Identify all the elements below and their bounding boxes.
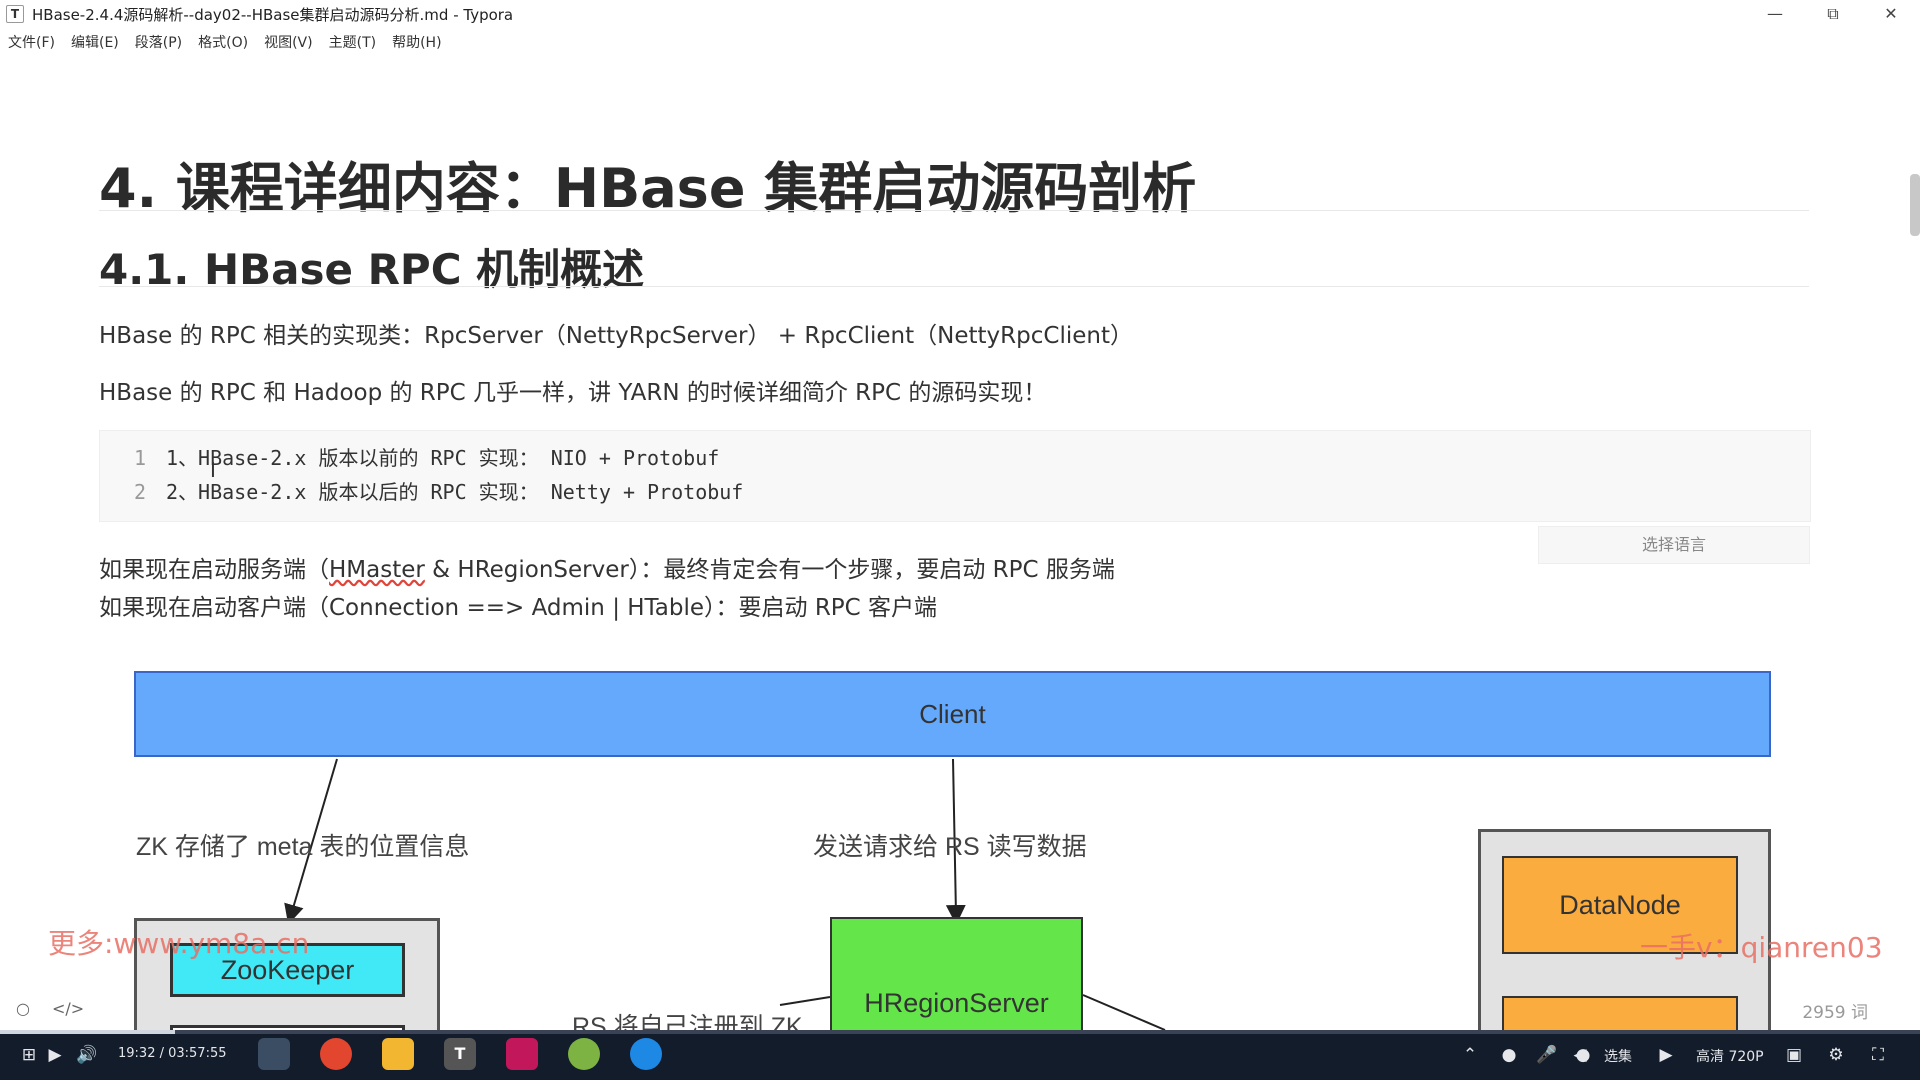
taskbar-app-icon[interactable]: [568, 1038, 600, 1070]
menu-edit[interactable]: 编辑(E): [63, 32, 127, 54]
menu-file[interactable]: 文件(F): [0, 32, 63, 54]
window-title: HBase-2.4.4源码解析--day02--HBase集群启动源码分析.md…: [32, 5, 514, 24]
text-cursor-icon: I: [210, 458, 216, 482]
outline-toggle-icon[interactable]: ○: [14, 1000, 32, 1018]
screenshot-icon[interactable]: ▣: [1782, 1040, 1806, 1070]
windows-start-icon[interactable]: ⊞: [16, 1040, 42, 1070]
paragraph-text: & HRegionServer）：最终肯定会有一个步骤，要启动 RPC 服务端: [424, 557, 1115, 583]
connector-rs-to-zk: [779, 996, 831, 1006]
volume-icon[interactable]: 🔊: [72, 1040, 102, 1070]
typora-taskbar-icon[interactable]: T: [444, 1038, 476, 1070]
paragraph-server-start: 如果现在启动服务端（HMaster & HRegionServer）：最终肯定会…: [99, 550, 1115, 584]
heading-2: 4.1. HBase RPC 机制概述: [99, 245, 645, 294]
menu-format[interactable]: 格式(O): [190, 32, 256, 54]
previous-icon[interactable]: ◀: [1570, 1040, 1590, 1070]
code-text: 2、HBase-2.x 版本以后的 RPC 实现： Netty + Protob…: [166, 480, 744, 504]
menu-paragraph[interactable]: 段落(P): [127, 32, 190, 54]
paragraph-rpc-classes: HBase 的 RPC 相关的实现类：RpcServer（NettyRpcSer…: [99, 323, 1133, 349]
heading-1: 4. 课程详细内容：HBase 集群启动源码剖析: [99, 157, 1197, 220]
watermark-right: 一手v：qianren03: [1640, 931, 1883, 964]
settings-gear-icon[interactable]: ⚙: [1824, 1040, 1848, 1070]
menu-view[interactable]: 视图(V): [256, 32, 321, 54]
code-block[interactable]: 1 1、HBase-2.x 版本以前的 RPC 实现： NIO + Protobu…: [99, 430, 1811, 522]
code-line: 1 1、HBase-2.x 版本以前的 RPC 实现： NIO + Protobu…: [100, 441, 719, 475]
diagram-label-rs: 发送请求给 RS 读写数据: [813, 833, 1087, 861]
language-select[interactable]: 选择语言: [1538, 526, 1810, 564]
taskbar-app-icon[interactable]: [630, 1038, 662, 1070]
title-bar: T HBase-2.4.4源码解析--day02--HBase集群启动源码分析.…: [0, 0, 1920, 28]
scrollbar-thumb[interactable]: [1910, 174, 1920, 236]
diagram-hregionserver-box: HRegionServer: [830, 917, 1083, 1037]
next-icon[interactable]: ▶: [1656, 1040, 1676, 1070]
quality-button[interactable]: 高清 720P: [1696, 1046, 1764, 1066]
diagram-label-register: RS 将自己注册到 ZK: [572, 1013, 803, 1030]
restore-icon[interactable]: ⧉: [1804, 0, 1862, 28]
video-progress-fill: [0, 1030, 175, 1034]
line-number: 1: [133, 446, 146, 470]
fullscreen-icon[interactable]: ⛶: [1866, 1040, 1890, 1070]
intellij-icon[interactable]: [506, 1038, 538, 1070]
connector-rs-to-datanode: [1082, 994, 1166, 1030]
typora-app-icon: T: [6, 5, 24, 23]
diagram-client-box: Client: [134, 671, 1771, 757]
menu-theme[interactable]: 主题(T): [321, 32, 384, 54]
file-explorer-icon[interactable]: [382, 1038, 414, 1070]
playback-time: 19:32 / 03:57:55: [118, 1046, 227, 1061]
paragraph-text: 如果现在启动服务端（: [99, 557, 329, 583]
word-count[interactable]: 2959 词: [1802, 998, 1868, 1023]
play-icon[interactable]: ▶: [40, 1040, 70, 1070]
tray-expand-icon[interactable]: ⌃: [1460, 1040, 1480, 1070]
tray-app-icon[interactable]: ●: [1498, 1040, 1520, 1070]
spellcheck-word: HMaster: [329, 557, 425, 583]
video-progress-bar[interactable]: [0, 1030, 1920, 1034]
episodes-button[interactable]: 选集: [1604, 1046, 1632, 1066]
minimize-icon[interactable]: —: [1746, 0, 1804, 28]
paragraph-rpc-hadoop: HBase 的 RPC 和 Hadoop 的 RPC 几乎一样，讲 YARN 的…: [99, 380, 1047, 406]
menu-help[interactable]: 帮助(H): [384, 32, 449, 54]
code-line: 2 2、HBase-2.x 版本以后的 RPC 实现： Netty + Proto…: [100, 475, 743, 509]
menu-bar: 文件(F) 编辑(E) 段落(P) 格式(O) 视图(V) 主题(T) 帮助(H…: [0, 32, 450, 54]
paragraph-client-start: 如果现在启动客户端（Connection ==> Admin | HTable）…: [99, 595, 938, 621]
chrome-icon[interactable]: [320, 1038, 352, 1070]
microphone-icon[interactable]: 🎤: [1536, 1040, 1558, 1070]
heading-divider: [99, 210, 1809, 211]
close-icon[interactable]: ✕: [1862, 0, 1920, 28]
taskbar-app-icon[interactable]: [258, 1038, 290, 1070]
heading-divider: [99, 286, 1809, 287]
code-text: 1、HBase-2.x 版本以前的 RPC 实现： NIO + Protobuf: [166, 446, 720, 470]
line-number: 2: [133, 480, 146, 504]
watermark-left: 更多:www.ym8a.cn: [48, 927, 310, 960]
diagram-label-zk: ZK 存储了 meta 表的位置信息: [136, 833, 470, 861]
source-mode-icon[interactable]: </>: [52, 1000, 84, 1018]
